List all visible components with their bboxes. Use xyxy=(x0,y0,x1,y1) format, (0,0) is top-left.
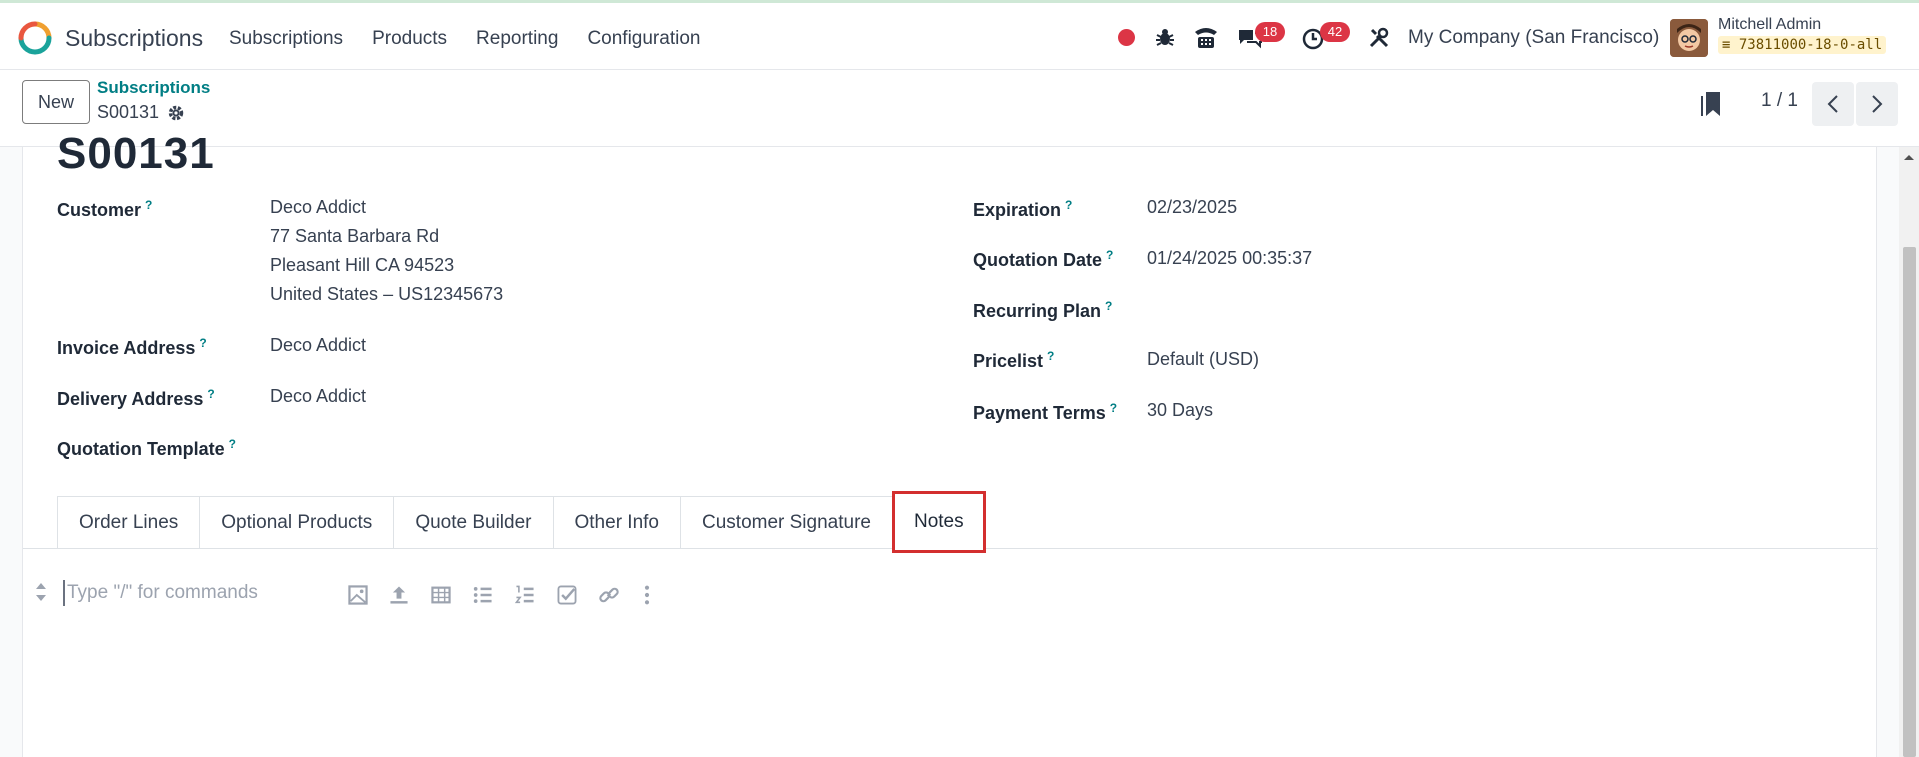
tools-icon[interactable] xyxy=(1368,27,1390,49)
pricelist-label: Pricelist? xyxy=(973,349,1054,372)
help-icon[interactable]: ? xyxy=(1110,401,1117,415)
customer-street: 77 Santa Barbara Rd xyxy=(270,226,440,246)
customer-label-text: Customer xyxy=(57,200,142,220)
payment-terms-label: Payment Terms? xyxy=(973,401,1117,424)
scrollbar-thumb[interactable] xyxy=(1903,247,1916,757)
tab-notes[interactable]: Notes xyxy=(891,491,986,553)
pager-previous-button[interactable] xyxy=(1812,82,1854,126)
chevron-right-icon xyxy=(1872,95,1883,113)
invoice-address-label: Invoice Address? xyxy=(57,336,207,359)
tab-order-lines[interactable]: Order Lines xyxy=(57,496,201,548)
delivery-address-field[interactable]: Deco Addict xyxy=(270,382,366,411)
recurring-plan-label-text: Recurring Plan xyxy=(973,301,1102,321)
customer-label: Customer? xyxy=(57,198,152,221)
menu-reporting[interactable]: Reporting xyxy=(476,28,558,50)
pager-next-button[interactable] xyxy=(1856,82,1898,126)
top-navbar: Subscriptions Subscriptions Products Rep… xyxy=(0,0,1919,70)
tab-other-info[interactable]: Other Info xyxy=(552,496,681,548)
payment-terms-label-text: Payment Terms xyxy=(973,403,1106,423)
customer-city: Pleasant Hill CA 94523 xyxy=(270,255,455,275)
help-icon[interactable]: ? xyxy=(145,198,152,212)
invoice-address-label-text: Invoice Address xyxy=(57,338,196,358)
tab-optional-products[interactable]: Optional Products xyxy=(199,496,395,548)
upload-icon[interactable] xyxy=(388,584,410,606)
odoo-app-logo-icon[interactable] xyxy=(18,21,52,55)
database-name: ≡ 73811000-18-0-all xyxy=(1718,36,1887,54)
checklist-icon[interactable] xyxy=(556,584,578,606)
pager-value[interactable]: 1 / 1 xyxy=(1761,90,1798,112)
drag-handle-icon[interactable] xyxy=(35,581,47,603)
menu-products[interactable]: Products xyxy=(372,28,447,50)
expiration-label-text: Expiration xyxy=(973,200,1062,220)
recording-indicator-icon[interactable] xyxy=(1118,29,1135,46)
control-panel: New Subscriptions S00131 1 / 1 xyxy=(0,70,1919,147)
help-icon[interactable]: ? xyxy=(1065,198,1072,212)
new-button[interactable]: New xyxy=(22,80,90,124)
bulleted-list-icon[interactable] xyxy=(472,584,494,606)
menu-configuration[interactable]: Configuration xyxy=(587,28,700,50)
tab-customer-signature[interactable]: Customer Signature xyxy=(680,496,893,548)
user-avatar[interactable] xyxy=(1670,19,1708,57)
help-icon[interactable]: ? xyxy=(1105,299,1112,313)
help-icon[interactable]: ? xyxy=(199,336,206,350)
company-switcher[interactable]: My Company (San Francisco) xyxy=(1408,27,1659,49)
quotation-template-label-text: Quotation Template xyxy=(57,439,225,459)
quotation-date-label-text: Quotation Date xyxy=(973,250,1102,270)
payment-terms-field[interactable]: 30 Days xyxy=(1147,396,1213,425)
table-icon[interactable] xyxy=(430,584,452,606)
form-sheet: S00131 Customer? Deco Addict 77 Santa Ba… xyxy=(22,129,1878,757)
help-icon[interactable]: ? xyxy=(207,387,214,401)
image-icon[interactable] xyxy=(347,584,369,606)
quotation-date-label: Quotation Date? xyxy=(973,248,1113,271)
more-options-icon[interactable] xyxy=(636,584,658,606)
app-title[interactable]: Subscriptions xyxy=(65,25,203,52)
quotation-template-label: Quotation Template? xyxy=(57,437,236,460)
gear-icon[interactable] xyxy=(167,104,185,122)
breadcrumb-current: S00131 xyxy=(97,102,185,123)
record-title: S00131 xyxy=(57,129,215,178)
database-icon: ≡ xyxy=(1722,37,1731,53)
notebook-tabs: Order Lines Optional Products Quote Buil… xyxy=(57,491,986,553)
main-menu: Subscriptions Products Reporting Configu… xyxy=(229,28,700,50)
customer-field[interactable]: Deco Addict 77 Santa Barbara Rd Pleasant… xyxy=(270,193,503,309)
activities-count-badge: 42 xyxy=(1320,22,1350,42)
help-icon[interactable]: ? xyxy=(1106,248,1113,262)
invoice-address-field[interactable]: Deco Addict xyxy=(270,331,366,360)
voip-phone-icon[interactable] xyxy=(1193,25,1219,49)
customer-country-vat: United States – US12345673 xyxy=(270,284,504,304)
numbered-list-icon[interactable] xyxy=(514,584,536,606)
record-id-label: S00131 xyxy=(97,102,160,122)
debug-bug-icon[interactable] xyxy=(1154,26,1176,48)
notes-editor-input[interactable]: Type "/" for commands xyxy=(63,580,258,606)
recurring-plan-label: Recurring Plan? xyxy=(973,299,1112,322)
scroll-up-arrow-icon[interactable] xyxy=(1902,152,1916,162)
activities-button[interactable]: 42 xyxy=(1302,22,1350,51)
quotation-template-field[interactable] xyxy=(270,432,570,461)
user-name[interactable]: Mitchell Admin xyxy=(1718,16,1821,34)
breadcrumb-subscriptions[interactable]: Subscriptions xyxy=(97,78,210,98)
menu-subscriptions[interactable]: Subscriptions xyxy=(229,28,343,50)
user-face-icon xyxy=(1670,19,1708,57)
help-icon[interactable]: ? xyxy=(229,437,236,451)
recurring-plan-field[interactable] xyxy=(1147,295,1447,324)
help-icon[interactable]: ? xyxy=(1047,349,1054,363)
bookmark-icon[interactable] xyxy=(1700,90,1722,118)
pricelist-field[interactable]: Default (USD) xyxy=(1147,345,1259,374)
link-icon[interactable] xyxy=(598,584,620,606)
delivery-address-label: Delivery Address? xyxy=(57,387,215,410)
messages-button[interactable]: 18 xyxy=(1237,22,1285,51)
quotation-date-field[interactable]: 01/24/2025 00:35:37 xyxy=(1147,244,1312,273)
pricelist-label-text: Pricelist xyxy=(973,351,1044,371)
tab-quote-builder[interactable]: Quote Builder xyxy=(393,496,554,548)
expiration-field[interactable]: 02/23/2025 xyxy=(1147,193,1237,222)
customer-name: Deco Addict xyxy=(270,197,367,217)
messages-count-badge: 18 xyxy=(1255,22,1285,42)
expiration-label: Expiration? xyxy=(973,198,1072,221)
chevron-left-icon xyxy=(1827,95,1838,113)
database-label: 73811000-18-0-all xyxy=(1738,37,1883,53)
delivery-address-label-text: Delivery Address xyxy=(57,389,204,409)
